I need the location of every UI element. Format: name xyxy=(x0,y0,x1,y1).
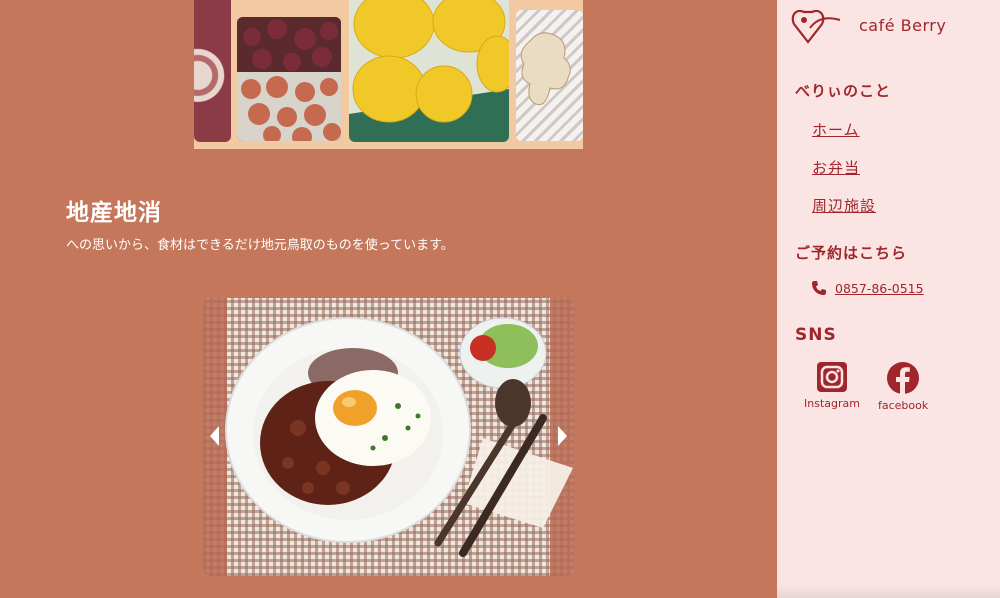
curry-plate-photo xyxy=(225,317,573,557)
photo-tile-lemons xyxy=(349,0,509,142)
slide-prev-button[interactable] xyxy=(203,418,225,454)
about-heading: べりぃのこと xyxy=(795,82,892,100)
nav-link-bento[interactable]: お弁当 xyxy=(812,157,860,178)
sns-heading: SNS xyxy=(795,325,837,345)
berry-logo[interactable] xyxy=(790,6,846,44)
brand-name: café Berry xyxy=(859,16,947,35)
chevron-left-icon xyxy=(210,426,219,446)
main-content: 地産地消 への思いから、食材はできるだけ地元鳥取のものを使っています。 xyxy=(0,0,777,598)
section-description: への思いから、食材はできるだけ地元鳥取のものを使っています。 xyxy=(66,238,454,253)
photo-slideshow[interactable] xyxy=(203,298,574,576)
sidebar: café Berry べりぃのこと ホーム お弁当 周辺施設 ご予約はこちら 0… xyxy=(777,0,1000,598)
reserve-heading: ご予約はこちら xyxy=(795,244,908,262)
phone-number[interactable]: 0857-86-0515 xyxy=(835,281,924,296)
instagram-label: Instagram xyxy=(804,397,860,410)
instagram-link[interactable]: Instagram xyxy=(804,361,860,410)
phone-icon xyxy=(812,281,826,295)
facebook-label: facebook xyxy=(878,399,929,412)
photo-tile-ginger xyxy=(516,10,583,141)
slide-next-button[interactable] xyxy=(552,418,574,454)
photo-tile-plums xyxy=(237,17,341,141)
phone-link[interactable]: 0857-86-0515 xyxy=(811,280,924,296)
section-title: 地産地消 xyxy=(66,200,162,226)
produce-photo-collage xyxy=(194,0,583,149)
sidebar-bottom-shade xyxy=(777,584,1000,598)
photo-tile-onion xyxy=(194,0,231,142)
chevron-right-icon xyxy=(558,426,567,446)
nav-link-nearby[interactable]: 周辺施設 xyxy=(812,195,876,216)
facebook-link[interactable]: facebook xyxy=(878,361,928,412)
facebook-icon xyxy=(887,362,920,395)
instagram-icon xyxy=(816,362,847,392)
nav-link-home[interactable]: ホーム xyxy=(812,119,860,140)
